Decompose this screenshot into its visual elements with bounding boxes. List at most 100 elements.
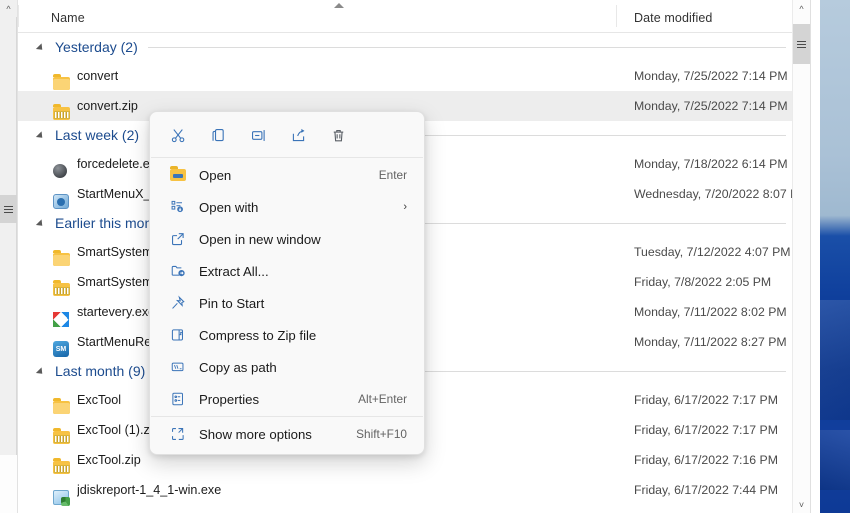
group-label: Last week (2) xyxy=(55,127,140,143)
file-name: startevery.exe xyxy=(77,305,156,319)
scrollbar-thumb[interactable] xyxy=(793,24,810,64)
menu-item-open-in-new-window[interactable]: Open in new window xyxy=(153,223,421,255)
compress-icon xyxy=(167,325,189,345)
left-scrollbar[interactable]: ^ xyxy=(0,0,18,513)
file-name: ExcTool (1).zip xyxy=(77,423,160,437)
menu-item-show-more-options[interactable]: Show more options Shift+F10 xyxy=(153,418,421,450)
menu-item-label: Compress to Zip file xyxy=(199,327,317,343)
wallpaper-swirl-secondary xyxy=(820,430,850,490)
zip-icon xyxy=(53,274,70,296)
collapse-triangle-icon[interactable] xyxy=(35,131,46,141)
menu-item-label: Extract All... xyxy=(199,263,269,279)
group-rule xyxy=(147,46,786,48)
menu-item-properties[interactable]: Properties Alt+Enter xyxy=(153,383,421,415)
menu-item-accelerator: Enter xyxy=(378,168,407,182)
menu-separator xyxy=(151,416,423,417)
file-date-modified: Monday, 7/25/2022 7:14 PM xyxy=(634,99,788,113)
menu-item-label: Open with xyxy=(199,199,259,215)
menu-item-accelerator: Alt+Enter xyxy=(358,392,407,406)
menu-item-label: Pin to Start xyxy=(199,295,265,311)
menu-item-accelerator: Shift+F10 xyxy=(356,427,407,441)
column-divider[interactable] xyxy=(616,5,617,27)
column-header-date-modified[interactable]: Date modified xyxy=(634,11,712,25)
zip-icon xyxy=(53,422,70,444)
share-icon[interactable] xyxy=(278,120,318,152)
context-menu: Open Enter Open with › Open in new windo… xyxy=(149,111,425,455)
sm-app-icon: SM xyxy=(53,334,70,357)
left-scrollbar-thumb[interactable] xyxy=(0,195,17,223)
show-more-icon xyxy=(167,424,189,444)
menu-item-extract-all[interactable]: Extract All... xyxy=(153,255,421,287)
file-date-modified: Friday, 6/17/2022 7:17 PM xyxy=(634,423,779,437)
vertical-scrollbar[interactable]: ^ ˅ xyxy=(792,0,820,513)
group-header-yesterday[interactable]: Yesterday (2) xyxy=(18,33,792,61)
rename-icon[interactable] xyxy=(238,120,278,152)
scrollbar-up-arrow[interactable]: ^ xyxy=(793,0,810,17)
scrollbar-down-arrow[interactable]: ˅ xyxy=(793,496,810,513)
window-right-edge xyxy=(810,0,820,513)
extract-icon xyxy=(167,261,189,281)
table-row[interactable]: jdiskreport-1_4_1-win.exe Friday, 6/17/2… xyxy=(18,475,792,506)
menu-item-label: Show more options xyxy=(199,426,312,442)
group-label: Earlier this mont xyxy=(55,215,157,231)
copy-icon[interactable] xyxy=(198,120,238,152)
chevron-right-icon: › xyxy=(403,201,407,213)
zip-icon xyxy=(53,452,70,474)
folder-open-icon xyxy=(167,165,189,185)
menu-item-label: Open xyxy=(199,167,232,183)
delete-icon[interactable] xyxy=(318,120,358,152)
folder-icon xyxy=(53,244,70,266)
collapse-triangle-icon[interactable] xyxy=(35,367,46,377)
file-date-modified: Monday, 7/11/2022 8:27 PM xyxy=(634,335,787,349)
desktop-wallpaper xyxy=(820,0,850,513)
column-header-bar: Name Date modified xyxy=(18,0,792,33)
group-label: Last month (9) xyxy=(55,363,146,379)
file-date-modified: Tuesday, 7/12/2022 4:07 PM xyxy=(634,245,791,259)
menu-item-compress-to-zip[interactable]: Compress to Zip file xyxy=(153,319,421,351)
file-name: convert.zip xyxy=(77,99,138,113)
properties-icon xyxy=(167,389,189,409)
pin-icon xyxy=(167,293,189,313)
file-name: ExcTool.zip xyxy=(77,453,141,467)
wallpaper-swirl xyxy=(820,300,850,420)
file-date-modified: Friday, 6/17/2022 7:17 PM xyxy=(634,393,779,407)
group-label: Yesterday (2) xyxy=(55,39,138,55)
file-date-modified: Monday, 7/25/2022 7:14 PM xyxy=(634,69,788,83)
menu-item-open-with[interactable]: Open with › xyxy=(153,191,421,223)
new-window-icon xyxy=(167,229,189,249)
copy-path-icon xyxy=(167,357,189,377)
folder-icon xyxy=(53,392,70,414)
context-menu-icon-row xyxy=(150,115,424,156)
menu-item-pin-to-start[interactable]: Pin to Start xyxy=(153,287,421,319)
column-divider xyxy=(18,5,19,27)
menu-item-open[interactable]: Open Enter xyxy=(153,159,421,191)
column-header-name[interactable]: Name xyxy=(51,11,85,25)
blue-app-icon xyxy=(53,186,70,209)
menu-item-label: Properties xyxy=(199,391,260,407)
folder-icon xyxy=(53,68,70,90)
left-scrollbar-up-arrow[interactable]: ^ xyxy=(0,0,17,17)
file-name: jdiskreport-1_4_1-win.exe xyxy=(77,483,222,497)
cut-icon[interactable] xyxy=(158,120,198,152)
collapse-triangle-icon[interactable] xyxy=(35,219,46,229)
zip-icon xyxy=(53,98,70,120)
open-with-icon xyxy=(167,197,189,217)
file-date-modified: Wednesday, 7/20/2022 8:07 PM xyxy=(634,187,809,201)
table-row[interactable]: convert Monday, 7/25/2022 7:14 PM xyxy=(18,61,792,91)
menu-separator xyxy=(151,157,423,158)
file-date-modified: Monday, 7/11/2022 8:02 PM xyxy=(634,305,787,319)
menu-item-label: Copy as path xyxy=(199,359,277,375)
arrows-app-icon xyxy=(53,304,70,327)
collapse-triangle-icon[interactable] xyxy=(35,43,46,53)
left-scrollbar-track[interactable] xyxy=(0,0,17,455)
file-name: ExcTool xyxy=(77,393,122,407)
menu-item-copy-as-path[interactable]: Copy as path xyxy=(153,351,421,383)
sphere-icon xyxy=(53,156,70,178)
menu-item-label: Open in new window xyxy=(199,231,321,247)
file-date-modified: Monday, 7/18/2022 6:14 PM xyxy=(634,157,788,171)
file-date-modified: Friday, 6/17/2022 7:44 PM xyxy=(634,483,779,497)
jdisk-app-icon xyxy=(53,482,70,506)
file-date-modified: Friday, 6/17/2022 7:16 PM xyxy=(634,453,779,467)
sort-ascending-icon xyxy=(334,3,344,8)
file-date-modified: Friday, 7/8/2022 2:05 PM xyxy=(634,275,772,289)
